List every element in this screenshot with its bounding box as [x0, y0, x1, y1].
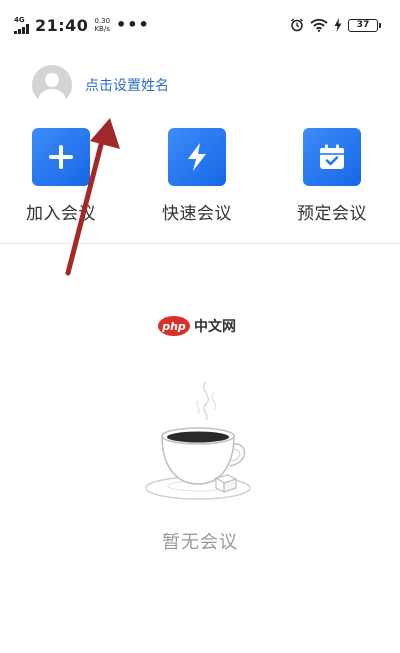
status-right: 37 [290, 14, 381, 36]
alarm-clock-icon [290, 18, 304, 32]
annotation-arrow-icon [65, 118, 120, 276]
quick-meeting-tile[interactable] [168, 128, 226, 186]
quick-meeting-label: 快速会议 [162, 204, 232, 224]
schedule-meeting-label: 预定会议 [297, 204, 367, 224]
clock: 21:40 [35, 15, 89, 35]
network-speed: 0.30 KB/s [94, 17, 110, 33]
coffee-cup-icon [145, 381, 251, 500]
lightning-icon [188, 143, 206, 171]
calendar-check-icon [320, 144, 344, 169]
empty-state-message: 暂无会议 [162, 532, 238, 553]
network-type: 4G [14, 16, 25, 24]
watermark-text: 中文网 [194, 319, 236, 335]
charging-bolt-icon [334, 18, 342, 32]
battery-level: 37 [356, 20, 370, 30]
wifi-icon [310, 18, 328, 32]
schedule-meeting-button[interactable]: 预定会议 [282, 128, 382, 224]
status-bar: 4G 21:40 0.30 KB/s ••• 37 [0, 0, 400, 46]
network-speed-value: 0.30 [94, 17, 111, 25]
set-name-link[interactable]: 点击设置姓名 [85, 75, 169, 95]
status-left: 4G 21:40 0.30 KB/s ••• [14, 14, 150, 36]
cellular-signal-icon: 4G [14, 16, 29, 34]
watermark-logo: php [158, 316, 190, 336]
more-notifications-icon: ••• [116, 15, 150, 34]
avatar[interactable] [32, 65, 72, 105]
schedule-meeting-tile[interactable] [303, 128, 361, 186]
network-speed-unit: KB/s [94, 25, 110, 33]
watermark: php 中文网 [158, 316, 236, 336]
profile-row[interactable]: 点击设置姓名 [32, 65, 169, 105]
battery-indicator: 37 [348, 18, 381, 32]
quick-meeting-button[interactable]: 快速会议 [147, 128, 247, 224]
